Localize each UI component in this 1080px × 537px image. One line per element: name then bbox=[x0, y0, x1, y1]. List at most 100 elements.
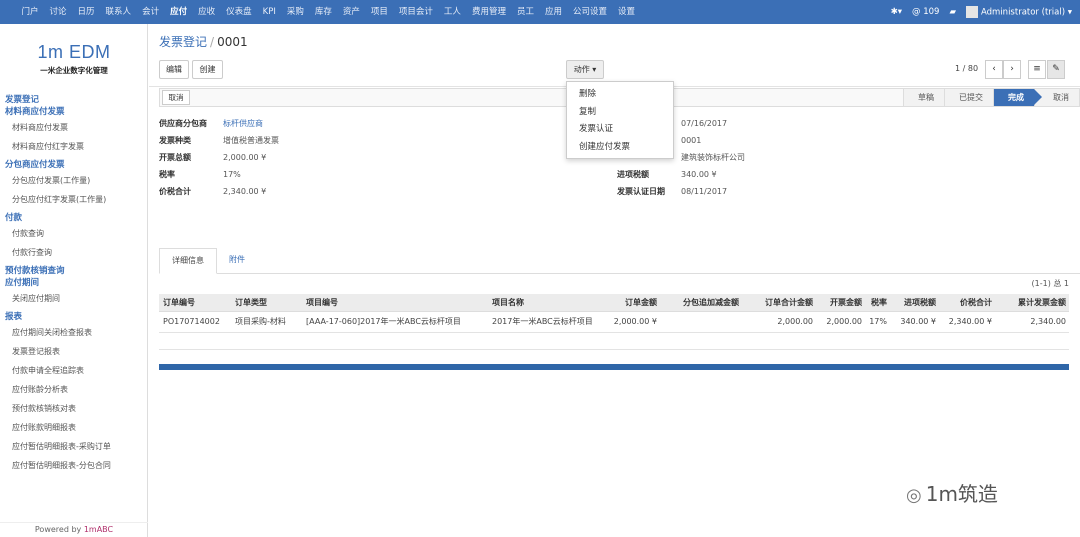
edit-icon: ✎ bbox=[1052, 64, 1060, 74]
pager-next-button[interactable]: › bbox=[1003, 60, 1021, 79]
input-tax-value: 340.00 ¥ bbox=[681, 170, 717, 179]
stage-done[interactable]: 完成 bbox=[993, 89, 1042, 106]
sidebar-item-report-payable-detail[interactable]: 应付账款明细报表 bbox=[0, 418, 148, 437]
sidebar-section-invoice-registration[interactable]: 发票登记 bbox=[0, 94, 148, 106]
sidebar-item-payment-query[interactable]: 付款查询 bbox=[0, 224, 148, 243]
col-order-type[interactable]: 订单类型 bbox=[235, 294, 267, 312]
sidebar-item-material-red-invoice[interactable]: 材料商应付红字发票 bbox=[0, 137, 148, 156]
nav-item-settings[interactable]: 设置 bbox=[613, 0, 641, 24]
nav-item-apps[interactable]: 应用 bbox=[539, 0, 567, 24]
menu-item-create-payable-invoice[interactable]: 创建应付发票 bbox=[567, 139, 673, 157]
sidebar-item-report-estimate-contract[interactable]: 应付暂估明细报表-分包合同 bbox=[0, 456, 148, 475]
notification-counter[interactable]: @ 109 bbox=[912, 7, 939, 17]
watermark: ◎ 1m筑造 bbox=[906, 478, 998, 507]
sidebar-item-subcontract-red-invoice[interactable]: 分包应付红字发票(工作量) bbox=[0, 190, 148, 209]
powered-prefix: Powered by bbox=[34, 525, 84, 534]
col-project-number[interactable]: 项目编号 bbox=[306, 294, 338, 312]
cell-project-number: [AAA-17-060]2017年一米ABC云标杆项目 bbox=[306, 317, 461, 326]
sidebar-item-report-period-check[interactable]: 应付期间关闭检查报表 bbox=[0, 323, 148, 342]
sidebar-item-payment-line-query[interactable]: 付款行查询 bbox=[0, 243, 148, 262]
table-row[interactable]: PO170714002 项目采购-材料 [AAA-17-060]2017年一米A… bbox=[159, 313, 1069, 331]
nav-item-dashboard[interactable]: 仪表盘 bbox=[221, 0, 258, 24]
certification-date-label: 发票认证日期 bbox=[617, 187, 665, 196]
bug-icon[interactable]: ✱▾ bbox=[891, 7, 902, 17]
menu-item-delete[interactable]: 删除 bbox=[567, 86, 673, 104]
nav-item-receivable[interactable]: 应收 bbox=[193, 0, 221, 24]
nav-item-company-settings[interactable]: 公司设置 bbox=[567, 0, 612, 24]
sidebar-item-report-invoice-registration[interactable]: 发票登记报表 bbox=[0, 342, 148, 361]
col-order-amount[interactable]: 订单金额 bbox=[625, 294, 657, 312]
breadcrumb-parent[interactable]: 发票登记 bbox=[159, 35, 207, 49]
pager-value[interactable]: 1 / 80 bbox=[955, 64, 978, 73]
col-total-with-tax[interactable]: 价税合计 bbox=[960, 294, 992, 312]
nav-item-purchase[interactable]: 采购 bbox=[281, 0, 309, 24]
logo-title: 1m EDM bbox=[37, 42, 111, 62]
nav-item-accounting[interactable]: 会计 bbox=[137, 0, 165, 24]
tab-attachments[interactable]: 附件 bbox=[217, 248, 257, 274]
stage-draft[interactable]: 草稿 bbox=[903, 89, 944, 106]
action-dropdown-button[interactable]: 动作 ▾ bbox=[566, 60, 604, 79]
col-invoice-amount[interactable]: 开票金额 bbox=[830, 294, 862, 312]
nav-item-calendar[interactable]: 日历 bbox=[72, 0, 100, 24]
wechat-icon: ◎ bbox=[906, 485, 922, 506]
table-horizontal-scrollbar[interactable] bbox=[159, 364, 1069, 370]
menu-item-certify-invoice[interactable]: 发票认证 bbox=[567, 121, 673, 139]
powered-brand-link[interactable]: 1mABC bbox=[84, 525, 113, 534]
sidebar-item-report-estimate-po[interactable]: 应付暂估明细报表-采购订单 bbox=[0, 437, 148, 456]
nav-item-employees[interactable]: 员工 bbox=[511, 0, 539, 24]
sidebar-item-subcontract-invoice[interactable]: 分包应付发票(工作量) bbox=[0, 171, 148, 190]
cancel-button[interactable]: 取消 bbox=[162, 90, 190, 105]
list-view-button[interactable]: ≡ bbox=[1028, 60, 1046, 79]
sidebar-item-material-invoice[interactable]: 材料商应付发票 bbox=[0, 118, 148, 137]
nav-item-workers[interactable]: 工人 bbox=[438, 0, 466, 24]
col-order-total[interactable]: 订单合计金额 bbox=[765, 294, 813, 312]
sidebar: 1m EDM 一米企业数字化管理 发票登记 材料商应付发票 材料商应付发票 材料… bbox=[0, 24, 148, 537]
breadcrumb-separator: / bbox=[210, 35, 215, 49]
sidebar-section-reports: 报表 bbox=[5, 312, 23, 322]
nav-item-payable[interactable]: 应付 bbox=[165, 0, 193, 24]
sidebar-item-report-prepayment[interactable]: 预付款核销核对表 bbox=[0, 399, 148, 418]
chevron-right-icon: › bbox=[1010, 64, 1014, 74]
notebook-tabs: 详细信息 附件 bbox=[159, 248, 1080, 274]
nav-item-kpi[interactable]: KPI bbox=[257, 0, 281, 24]
stage-submitted[interactable]: 已提交 bbox=[944, 89, 993, 106]
tab-details[interactable]: 详细信息 bbox=[159, 248, 217, 274]
company-value: 建筑装饰标杆公司 bbox=[681, 153, 745, 162]
col-subcontract-adjust[interactable]: 分包追加减金额 bbox=[683, 294, 739, 312]
edit-button[interactable]: 编辑 bbox=[159, 60, 189, 79]
nav-item-project[interactable]: 项目 bbox=[365, 0, 393, 24]
total-with-tax-label: 价税合计 bbox=[159, 187, 191, 196]
sidebar-menu: 发票登记 材料商应付发票 材料商应付发票 材料商应付红字发票 分包商应付发票 分… bbox=[0, 94, 148, 475]
nav-item-contacts[interactable]: 联系人 bbox=[100, 0, 137, 24]
user-menu[interactable]: Administrator (trial) ▾ bbox=[965, 6, 1072, 18]
form-view-button[interactable]: ✎ bbox=[1047, 60, 1065, 79]
nav-item-project-accounting[interactable]: 项目会计 bbox=[393, 0, 438, 24]
sidebar-item-report-aging[interactable]: 应付账龄分析表 bbox=[0, 380, 148, 399]
nav-item-inventory[interactable]: 库存 bbox=[309, 0, 337, 24]
invoice-date-value: 07/16/2017 bbox=[681, 119, 728, 128]
chat-icon[interactable]: ▰ bbox=[949, 7, 956, 17]
sidebar-item-report-payment-tracking[interactable]: 付款申请全程追踪表 bbox=[0, 361, 148, 380]
cell-invoice-amount: 2,000.00 bbox=[826, 317, 862, 326]
nav-item-expenses[interactable]: 费用管理 bbox=[466, 0, 511, 24]
supplier-value-link[interactable]: 标杆供应商 bbox=[223, 116, 263, 132]
pager-previous-button[interactable]: ‹ bbox=[985, 60, 1003, 79]
cell-order-total: 2,000.00 bbox=[777, 317, 813, 326]
col-input-tax[interactable]: 进项税额 bbox=[904, 294, 936, 312]
nav-item-discuss[interactable]: 讨论 bbox=[44, 0, 72, 24]
col-order-number[interactable]: 订单编号 bbox=[163, 294, 195, 312]
sidebar-item-close-period[interactable]: 关闭应付期间 bbox=[0, 289, 148, 308]
nav-item-assets[interactable]: 资产 bbox=[337, 0, 365, 24]
create-button[interactable]: 创建 bbox=[192, 60, 223, 79]
col-tax-rate[interactable]: 税率 bbox=[871, 294, 887, 312]
invoice-total-label: 开票总额 bbox=[159, 153, 191, 162]
nav-item-portal[interactable]: 门户 bbox=[16, 0, 44, 24]
status-stages: 草稿 已提交 完成 取消 bbox=[903, 89, 1079, 106]
tax-rate-label: 税率 bbox=[159, 170, 175, 179]
menu-item-duplicate[interactable]: 复制 bbox=[567, 104, 673, 122]
col-cumulative-invoice[interactable]: 累计发票金额 bbox=[1018, 294, 1066, 312]
sidebar-section-prepayment-query[interactable]: 预付款核销查询 bbox=[0, 265, 148, 277]
invoice-number-value: 0001 bbox=[681, 136, 702, 145]
app-logo[interactable]: 1m EDM 一米企业数字化管理 bbox=[0, 42, 148, 76]
col-project-name[interactable]: 项目名称 bbox=[492, 294, 524, 312]
